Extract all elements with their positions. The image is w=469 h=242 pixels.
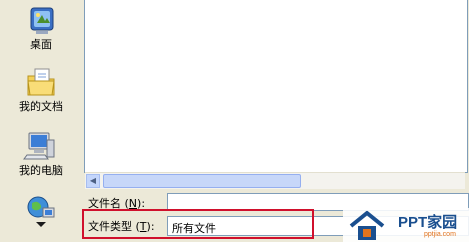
file-type-hotkey-open: ( bbox=[132, 220, 140, 233]
file-type-hotkey: T bbox=[139, 220, 147, 233]
file-type-label-text: 文件类型 bbox=[88, 220, 132, 233]
place-desktop[interactable]: 桌面 bbox=[0, 6, 82, 52]
file-type-label: 文件类型 (T): bbox=[88, 218, 155, 234]
file-name-hotkey-open: ( bbox=[121, 197, 129, 210]
place-label-my-computer: 我的电脑 bbox=[19, 164, 63, 177]
horizontal-scrollbar[interactable]: ◀ bbox=[85, 172, 465, 189]
network-places-icon bbox=[27, 196, 55, 227]
watermark-url: pptjia.com bbox=[424, 231, 456, 238]
place-my-documents[interactable]: 我的文档 bbox=[0, 66, 82, 114]
place-label-my-documents: 我的文档 bbox=[19, 100, 63, 113]
file-name-label-text: 文件名 bbox=[88, 197, 121, 210]
place-network[interactable] bbox=[0, 194, 82, 230]
desktop-icon bbox=[30, 7, 54, 34]
scroll-left-button[interactable]: ◀ bbox=[86, 174, 100, 188]
file-name-label: 文件名 (N): bbox=[88, 195, 145, 211]
file-name-colon: : bbox=[141, 197, 146, 210]
file-list[interactable] bbox=[84, 0, 468, 173]
place-my-computer[interactable]: 我的电脑 bbox=[0, 130, 82, 178]
my-documents-icon bbox=[27, 68, 55, 96]
file-type-colon: : bbox=[150, 220, 155, 233]
my-computer-icon bbox=[23, 132, 55, 160]
file-type-value: 所有文件 bbox=[172, 222, 216, 235]
house-logo-icon bbox=[349, 211, 385, 240]
scrollbar-thumb[interactable] bbox=[103, 174, 301, 188]
places-bar: 桌面 我的文档 我的电脑 bbox=[0, 0, 82, 242]
watermark-brand: PPT家园 bbox=[398, 214, 458, 231]
place-label-desktop: 桌面 bbox=[30, 38, 52, 51]
file-name-hotkey: N bbox=[128, 197, 138, 210]
